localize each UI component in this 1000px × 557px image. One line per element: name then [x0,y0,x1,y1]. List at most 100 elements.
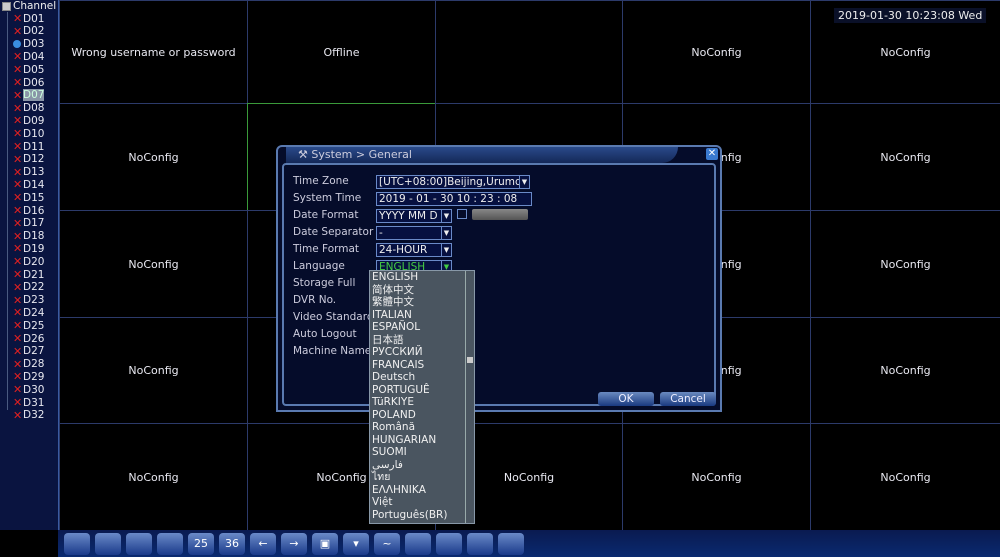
language-option[interactable]: ITALIAN [370,309,474,322]
dst-settings-button[interactable] [472,209,528,220]
video-cell[interactable]: NoConfig [59,210,248,318]
channel-item[interactable]: ✕ D11 [13,140,44,153]
collapse-icon[interactable] [2,1,11,11]
language-option[interactable]: Română [370,421,474,434]
channel-label: D09 [23,114,45,127]
channel-item[interactable]: ✕ D05 [13,63,44,76]
channel-item[interactable]: ✕ D20 [13,255,44,268]
channel-label: D08 [23,102,45,115]
language-option[interactable]: PORTUGUÊ [370,384,474,397]
disconnected-icon: ✕ [13,280,23,294]
channel-item[interactable]: ✕ D31 [13,396,44,409]
ok-button[interactable]: OK [598,392,654,406]
channel-item[interactable]: ✕ D18 [13,230,44,243]
channel-item[interactable]: ✕ D26 [13,332,44,345]
channel-item[interactable]: ✕ D32 [13,409,44,422]
language-option[interactable]: 简体中文 [370,284,474,297]
language-option[interactable]: HUNGARIAN [370,434,474,447]
view-36-icon[interactable]: 36 [219,532,245,555]
video-cell[interactable]: Wrong username or password [59,0,248,104]
channel-item[interactable]: ✕ D17 [13,217,44,230]
video-cell[interactable]: NoConfig [810,317,1000,424]
channel-item[interactable]: ✕ D15 [13,191,44,204]
video-cell[interactable]: NoConfig [810,103,1000,211]
language-option[interactable]: ESPAÑOL [370,321,474,334]
channel-item[interactable]: ✕ D25 [13,319,44,332]
eight-view-icon[interactable] [126,532,152,555]
date-format-select[interactable]: YYYY MM D ▼ [376,209,452,223]
channel-item[interactable]: ✕ D21 [13,268,44,281]
video-cell[interactable]: NoConfig [622,423,811,531]
channel-item[interactable]: ✕ D27 [13,345,44,358]
video-cell[interactable]: NoConfig [810,210,1000,318]
disconnected-icon: ✕ [13,12,23,25]
date-separator-select[interactable]: - ▼ [376,226,452,240]
channel-label: D04 [23,50,45,63]
channel-item[interactable]: ✕ D28 [13,358,44,371]
language-option[interactable]: ENGLISH [370,271,474,284]
channel-header[interactable]: Channel [2,0,56,12]
language-option[interactable]: 繁體中文 [370,296,474,309]
channel-item[interactable]: ✕ D10 [13,127,44,140]
scroll-thumb[interactable] [467,357,473,363]
next-icon[interactable]: → [281,532,307,555]
channel-item[interactable]: ✕ D13 [13,166,44,179]
video-cell[interactable]: NoConfig [810,423,1000,531]
language-option[interactable]: ΕΛΛΗΝΙΚΑ [370,484,474,497]
channel-item[interactable]: ✕ D16 [13,204,44,217]
cancel-button[interactable]: Cancel [660,392,716,406]
system-time-input[interactable]: 2019 - 01 - 30 10 : 23 : 08 [376,192,532,206]
language-option[interactable]: FRANCAIS [370,359,474,372]
previous-icon[interactable]: ← [250,532,276,555]
view-25-icon[interactable]: 25 [188,532,214,555]
language-option[interactable]: ไทย [370,471,474,484]
channel-item[interactable]: ✕ D08 [13,102,44,115]
language-option[interactable]: Português(BR) [370,509,474,522]
video-cell[interactable]: NoConfig [622,0,811,104]
quad-view-icon[interactable] [95,532,121,555]
sixteen-view-icon[interactable] [157,532,183,555]
record-icon[interactable] [467,532,493,555]
video-cell[interactable] [435,0,623,104]
single-view-icon[interactable] [64,532,90,555]
output-icon[interactable] [405,532,431,555]
language-option[interactable]: Việt [370,496,474,509]
channel-item[interactable]: ✕ D24 [13,306,44,319]
time-zone-select[interactable]: [UTC+08:00]Beijing,Urumqi,Ta ▼ [376,175,530,189]
language-option[interactable]: SUOMI [370,446,474,459]
network-icon[interactable] [436,532,462,555]
language-option[interactable]: فارسی [370,459,474,472]
channel-item[interactable]: ✕ D04 [13,50,44,63]
channel-label: D03 [23,38,45,51]
channel-item[interactable]: ✕ D19 [13,242,44,255]
video-cell[interactable]: NoConfig [59,423,248,531]
channel-item[interactable]: ✕ D14 [13,178,44,191]
video-cell[interactable]: NoConfig [59,317,248,424]
channel-item[interactable]: ✕ D30 [13,383,44,396]
language-option[interactable]: РУССКИЙ [370,346,474,359]
channel-item[interactable]: ✕ D22 [13,281,44,294]
language-option[interactable]: TüRKIYE [370,396,474,409]
qr-icon[interactable] [498,532,524,555]
dst-checkbox[interactable] [457,209,467,219]
channel-item[interactable]: ✕ D02 [13,25,44,38]
language-option[interactable]: 日本語 [370,334,474,347]
fullscreen-icon[interactable]: ▣ [312,532,338,555]
scrollbar[interactable] [465,271,474,523]
color-icon[interactable]: ~ [374,532,400,555]
channel-item[interactable]: ✕ D23 [13,294,44,307]
close-icon[interactable]: ✕ [706,148,718,160]
channel-item[interactable]: ✕ D29 [13,370,44,383]
channel-item[interactable]: ✕ D06 [13,76,44,89]
video-cell[interactable]: NoConfig [59,103,248,211]
channel-item[interactable]: ✕ D01 [13,12,44,25]
channel-item[interactable]: ✕ D12 [13,153,44,166]
ptz-icon[interactable]: ▾ [343,532,369,555]
channel-item[interactable]: ✕ D07 [13,89,45,102]
video-cell[interactable]: Offline [247,0,436,104]
time-format-select[interactable]: 24-HOUR ▼ [376,243,452,257]
channel-item[interactable]: D03 [13,38,44,51]
channel-item[interactable]: ✕ D09 [13,114,44,127]
language-option[interactable]: Deutsch [370,371,474,384]
language-option[interactable]: POLAND [370,409,474,422]
